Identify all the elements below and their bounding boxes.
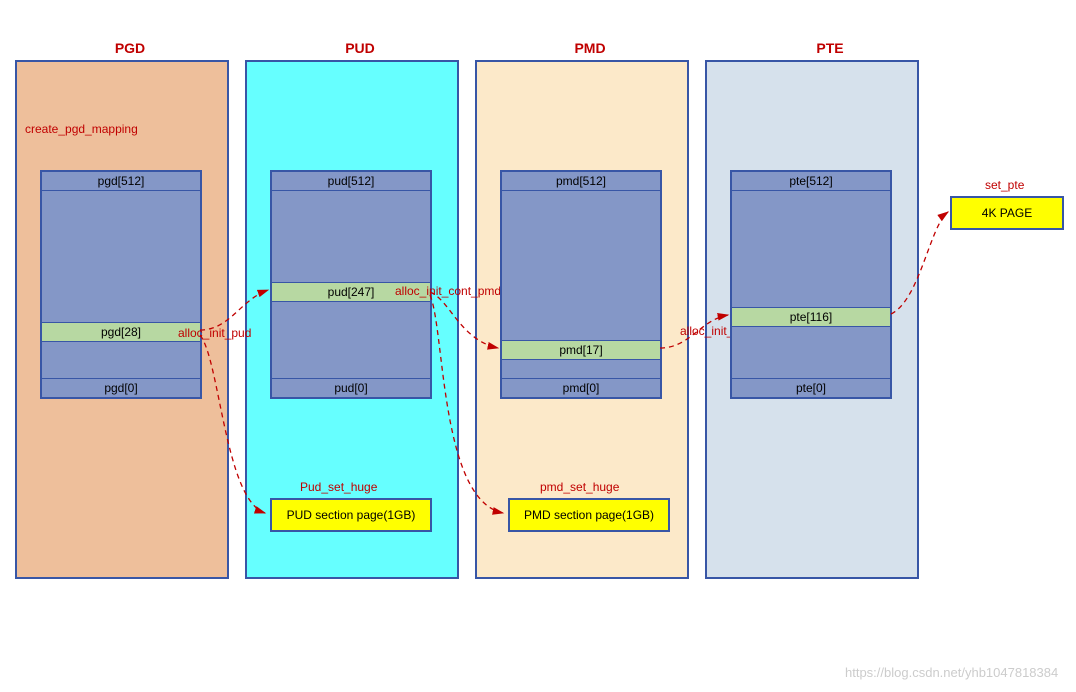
box-4k-page: 4K PAGE — [950, 196, 1064, 230]
pud-top-row: pud[512] — [271, 171, 431, 191]
pgd-selected-row: pgd[28] — [41, 322, 201, 342]
box-pmd-section: PMD section page(1GB) — [508, 498, 670, 532]
pte-selected-row: pte[116] — [731, 307, 891, 327]
watermark: https://blog.csdn.net/yhb1047818384 — [845, 665, 1058, 680]
pmd-bottom-row: pmd[0] — [501, 378, 661, 398]
pmd-top-row: pmd[512] — [501, 171, 661, 191]
title-pmd: PMD — [560, 40, 620, 56]
label-alloc-init-cont-pmd: alloc_init_cont_pmd — [395, 284, 501, 298]
label-pmd-set-huge: pmd_set_huge — [540, 480, 619, 494]
diagram-canvas: PGD PUD PMD PTE create_pgd_mapping pgd[5… — [0, 0, 1076, 692]
box-pud-section: PUD section page(1GB) — [270, 498, 432, 532]
label-pud-set-huge: Pud_set_huge — [300, 480, 377, 494]
table-pte: pte[512] pte[116] pte[0] — [730, 170, 892, 399]
pud-bottom-row: pud[0] — [271, 378, 431, 398]
pgd-bottom-row: pgd[0] — [41, 378, 201, 398]
title-pgd: PGD — [100, 40, 160, 56]
table-pgd: pgd[512] pgd[28] pgd[0] — [40, 170, 202, 399]
title-pud: PUD — [330, 40, 390, 56]
label-create-pgd-mapping: create_pgd_mapping — [25, 122, 138, 136]
pgd-top-row: pgd[512] — [41, 171, 201, 191]
label-set-pte: set_pte — [985, 178, 1024, 192]
title-pte: PTE — [800, 40, 860, 56]
pte-bottom-row: pte[0] — [731, 378, 891, 398]
label-alloc-init-pud: alloc_init_pud — [178, 326, 251, 340]
pte-top-row: pte[512] — [731, 171, 891, 191]
pmd-selected-row: pmd[17] — [501, 340, 661, 360]
table-pmd: pmd[512] pmd[17] pmd[0] — [500, 170, 662, 399]
